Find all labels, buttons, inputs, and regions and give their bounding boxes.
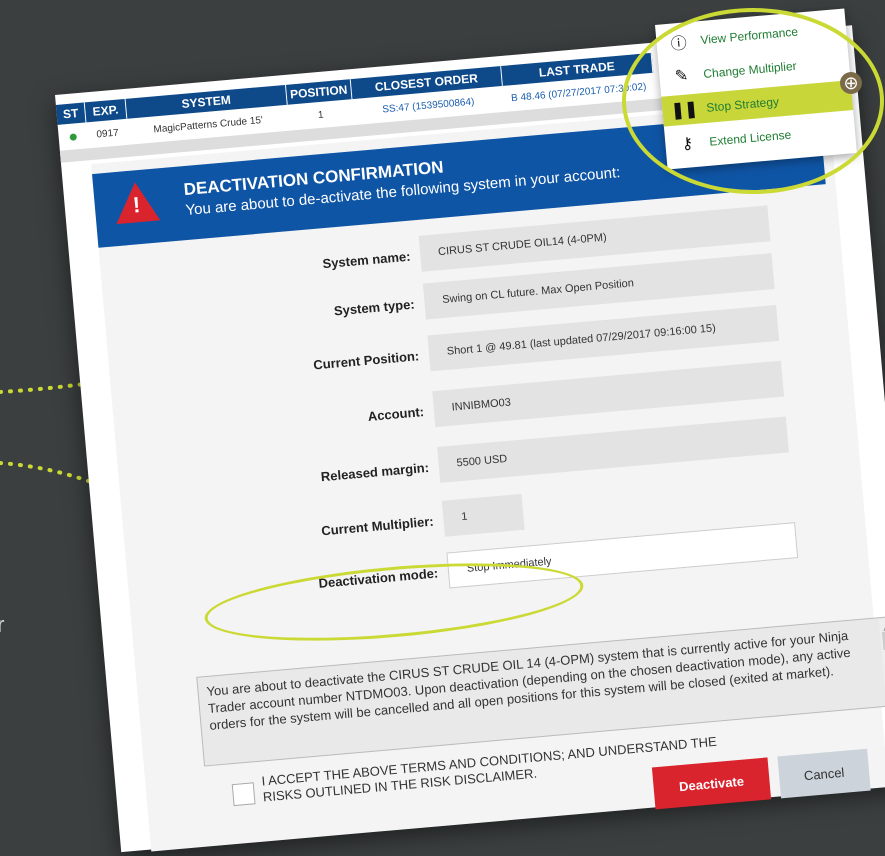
released-margin-value: 5500 USD: [437, 416, 789, 483]
field-label: System name:: [321, 248, 412, 272]
table-header-exp: EXP.: [84, 98, 128, 123]
field-label: Released margin:: [320, 459, 430, 485]
terms-scrollbar[interactable]: ▲ ▼: [878, 619, 885, 704]
terms-text: You are about to deactivate the CIRUS ST…: [205, 627, 852, 733]
table-header-st: ST: [55, 102, 87, 125]
status-indicator: [58, 124, 88, 148]
menu-highlight-ring: [622, 8, 884, 194]
field-label: Current Position:: [312, 348, 420, 373]
current-multiplier-value: 1: [441, 493, 525, 537]
field-label: Account:: [367, 404, 425, 424]
account-value: INNIBMO03: [432, 360, 785, 428]
warning-icon: !: [113, 180, 161, 225]
field-label: System type:: [333, 296, 416, 319]
deactivation-modal: ! DEACTIVATION CONFIRMATION You are abou…: [91, 99, 885, 852]
deactivate-button[interactable]: Deactivate: [651, 757, 772, 810]
table-cell-exp: 0917: [95, 127, 120, 141]
field-label: Current Multiplier:: [320, 513, 435, 539]
accept-terms-checkbox[interactable]: [231, 782, 256, 807]
table-cell-position: 1: [317, 109, 324, 121]
cancel-button[interactable]: Cancel: [777, 748, 871, 799]
active-status-dot: [68, 132, 77, 141]
